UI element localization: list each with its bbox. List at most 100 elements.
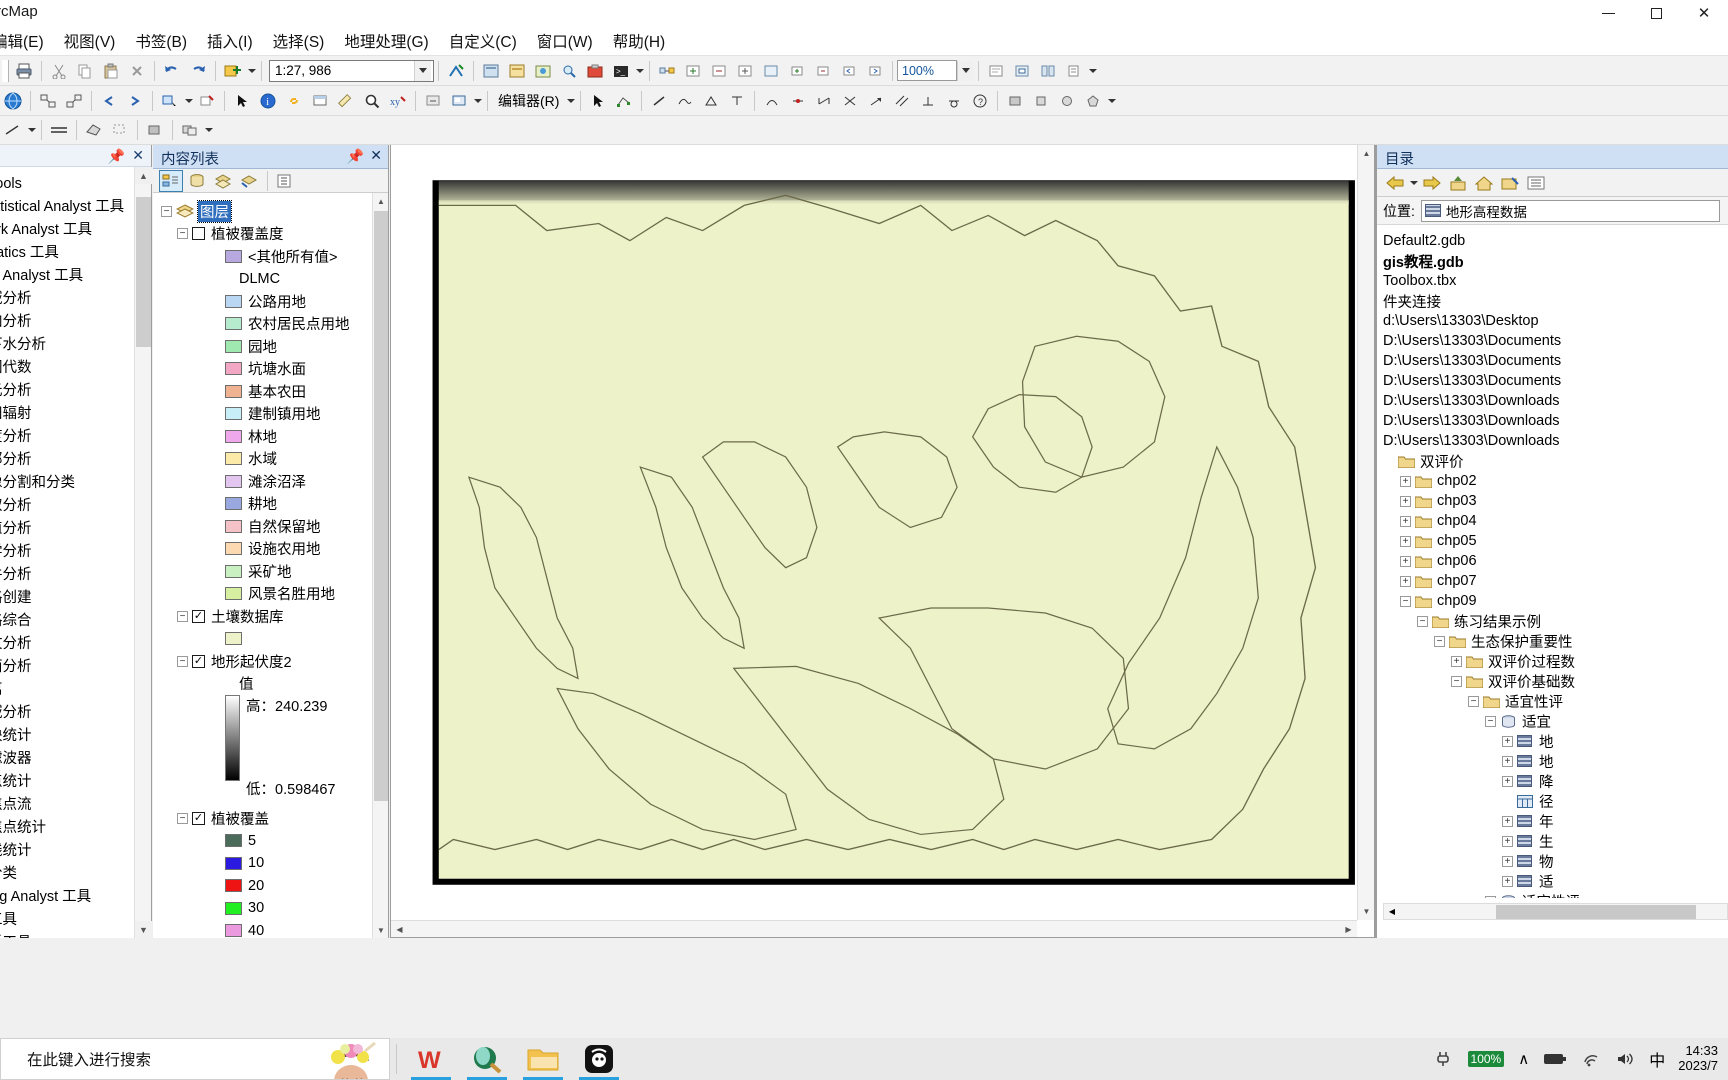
viewer-window-icon[interactable] bbox=[447, 89, 471, 113]
toc-layer-row[interactable]: − 植被覆盖度 bbox=[153, 223, 372, 246]
paste-icon[interactable] bbox=[99, 59, 123, 83]
time-slider-icon[interactable] bbox=[421, 89, 445, 113]
catalog-tree-item[interactable]: + 地 bbox=[1383, 731, 1728, 751]
toc-options-icon[interactable] bbox=[272, 170, 296, 192]
scroll-down-icon[interactable]: ▼ bbox=[373, 922, 389, 938]
toc-symbol-row[interactable]: 采矿地 bbox=[153, 560, 372, 583]
toolbox-item[interactable]: 分类 bbox=[0, 863, 135, 886]
toc-symbol-row[interactable]: 30 bbox=[153, 897, 372, 920]
layout-fixed-zoom-out-icon[interactable] bbox=[811, 59, 835, 83]
toolbox-item[interactable]: 面分析 bbox=[0, 656, 135, 679]
symbol-swatch[interactable] bbox=[225, 249, 242, 263]
layer-visibility-checkbox[interactable]: ✓ bbox=[192, 654, 205, 668]
identify-icon[interactable]: i bbox=[256, 89, 280, 113]
toc-root-row[interactable]: − 图层 bbox=[153, 199, 372, 223]
toc-tree[interactable]: − 图层 − 植被覆盖度 <其他所有值> DLMC 公路用地 农村居民点用地 园地 坑塘水面 基本农… bbox=[153, 193, 372, 938]
symbol-swatch[interactable] bbox=[225, 497, 242, 511]
redo-icon[interactable] bbox=[186, 59, 210, 83]
catalog-tree-item[interactable]: gis教程.gdb bbox=[1383, 251, 1728, 271]
chevron-down-icon[interactable] bbox=[1087, 61, 1098, 81]
symbol-swatch[interactable] bbox=[225, 901, 242, 915]
toc-symbol-row[interactable]: 水域 bbox=[153, 448, 372, 471]
globe-icon[interactable] bbox=[1, 89, 25, 113]
python-window-icon[interactable]: >_ bbox=[609, 59, 633, 83]
catalog-tree-item[interactable]: Toolbox.tbx bbox=[1383, 271, 1728, 291]
collapse-icon[interactable]: − bbox=[177, 812, 188, 824]
expand-icon[interactable]: + bbox=[1502, 815, 1513, 827]
scroll-thumb[interactable] bbox=[374, 211, 388, 801]
expand-icon[interactable]: + bbox=[1502, 855, 1513, 867]
toc-symbol-row[interactable]: 林地 bbox=[153, 425, 372, 448]
catalog-tree-item[interactable]: D:\Users\13303\Downloads bbox=[1383, 411, 1728, 431]
symbol-swatch[interactable] bbox=[225, 542, 242, 556]
undo-icon[interactable] bbox=[160, 59, 184, 83]
toolbox-item[interactable]: 加分析 bbox=[0, 311, 135, 334]
toc-symbol-row[interactable]: 公路用地 bbox=[153, 290, 372, 313]
toolbox-item[interactable]: 线统计 bbox=[0, 840, 135, 863]
toolbox-item[interactable]: 焦点流 bbox=[0, 794, 135, 817]
toc-layer-row[interactable]: − ✓ 地形起伏度2 bbox=[153, 650, 372, 673]
arctoolbox-icon[interactable] bbox=[583, 59, 607, 83]
map-view[interactable]: ▲ ▼ ◀ ▶ bbox=[390, 145, 1375, 938]
symbol-swatch[interactable] bbox=[225, 856, 242, 870]
connect-folder-icon[interactable] bbox=[1497, 171, 1522, 195]
toolbox-item[interactable]: 工具 bbox=[0, 909, 135, 932]
catalog-tree-item[interactable]: −适宜性评 bbox=[1383, 891, 1728, 898]
list-by-source-icon[interactable] bbox=[185, 170, 209, 192]
hyperlink-icon[interactable] bbox=[282, 89, 306, 113]
catalog-tree-item[interactable]: − 双评价基础数 bbox=[1383, 671, 1728, 691]
collapse-icon[interactable]: − bbox=[1468, 695, 1479, 707]
scroll-up-icon[interactable]: ▲ bbox=[1358, 145, 1375, 162]
chevron-down-icon[interactable] bbox=[565, 91, 576, 111]
zoom-out-icon[interactable] bbox=[62, 89, 86, 113]
parallel-tool-icon[interactable] bbox=[890, 89, 914, 113]
expand-icon[interactable]: + bbox=[1502, 775, 1513, 787]
chevron-down-icon[interactable] bbox=[634, 61, 645, 81]
layout-zoom-out-icon[interactable] bbox=[707, 59, 731, 83]
clear-selection-icon[interactable] bbox=[195, 89, 219, 113]
toc-symbol-row[interactable]: 坑塘水面 bbox=[153, 358, 372, 381]
trace-icon[interactable] bbox=[673, 89, 697, 113]
catalog-horizontal-scrollbar[interactable]: ◀ bbox=[1383, 903, 1728, 920]
perpendicular-tool-icon[interactable] bbox=[916, 89, 940, 113]
midpoint-tool-icon[interactable] bbox=[786, 89, 810, 113]
catalog-tree-item[interactable]: − 生态保护重要性 bbox=[1383, 631, 1728, 651]
chevron-down-icon[interactable] bbox=[472, 91, 483, 111]
menu-geoprocessing[interactable]: 地理处理(G) bbox=[334, 27, 438, 55]
toc-layer-row[interactable]: − ✓ 植被覆盖 bbox=[153, 807, 372, 830]
battery-percentage[interactable]: 100% bbox=[1467, 1051, 1505, 1067]
tangent-tool-icon[interactable] bbox=[942, 89, 966, 113]
menu-help[interactable]: 帮助(H) bbox=[603, 27, 676, 55]
help-icon[interactable]: ? bbox=[968, 89, 992, 113]
catalog-tree-item[interactable]: D:\Users\13303\Downloads bbox=[1383, 431, 1728, 451]
add-data-dropdown[interactable] bbox=[246, 61, 257, 81]
ime-indicator[interactable]: 中 bbox=[1649, 1047, 1665, 1071]
point-tool-icon[interactable] bbox=[725, 89, 749, 113]
layout-full-extent-icon[interactable] bbox=[759, 59, 783, 83]
toolbox-item[interactable]: 析工具 bbox=[0, 932, 135, 938]
symbol-swatch[interactable] bbox=[225, 317, 242, 331]
home-icon[interactable] bbox=[1471, 171, 1496, 195]
toggle-tree-icon[interactable] bbox=[1523, 171, 1548, 195]
toc-symbol-row[interactable]: 风景名胜用地 bbox=[153, 583, 372, 606]
symbol-swatch[interactable] bbox=[225, 384, 242, 398]
collapse-icon[interactable]: − bbox=[1434, 635, 1445, 647]
toc-symbol-row[interactable]: 20 bbox=[153, 875, 372, 898]
chevron-up-icon[interactable]: ∧ bbox=[1518, 1050, 1529, 1068]
symbol-swatch[interactable] bbox=[225, 632, 242, 646]
catalog-tree-item[interactable]: + chp03 bbox=[1383, 491, 1728, 511]
catalog-tree-item[interactable]: + chp04 bbox=[1383, 511, 1728, 531]
group-icon[interactable] bbox=[178, 118, 202, 142]
line-tool-icon[interactable] bbox=[1, 118, 25, 142]
refresh-icon[interactable] bbox=[444, 59, 468, 83]
expand-icon[interactable]: + bbox=[1400, 515, 1411, 527]
scroll-left-icon[interactable]: ◀ bbox=[391, 921, 408, 938]
catalog-tree-item[interactable]: Default2.gdb bbox=[1383, 231, 1728, 251]
expand-icon[interactable]: + bbox=[1451, 655, 1462, 667]
expand-icon[interactable]: + bbox=[1502, 875, 1513, 887]
edit-vertices-icon[interactable] bbox=[612, 89, 636, 113]
toolbox-item[interactable]: 图代数 bbox=[0, 357, 135, 380]
add-data-icon[interactable] bbox=[221, 59, 245, 83]
pan-back-icon[interactable] bbox=[97, 89, 121, 113]
catalog-tree-item[interactable]: 双评价 bbox=[1383, 451, 1728, 471]
